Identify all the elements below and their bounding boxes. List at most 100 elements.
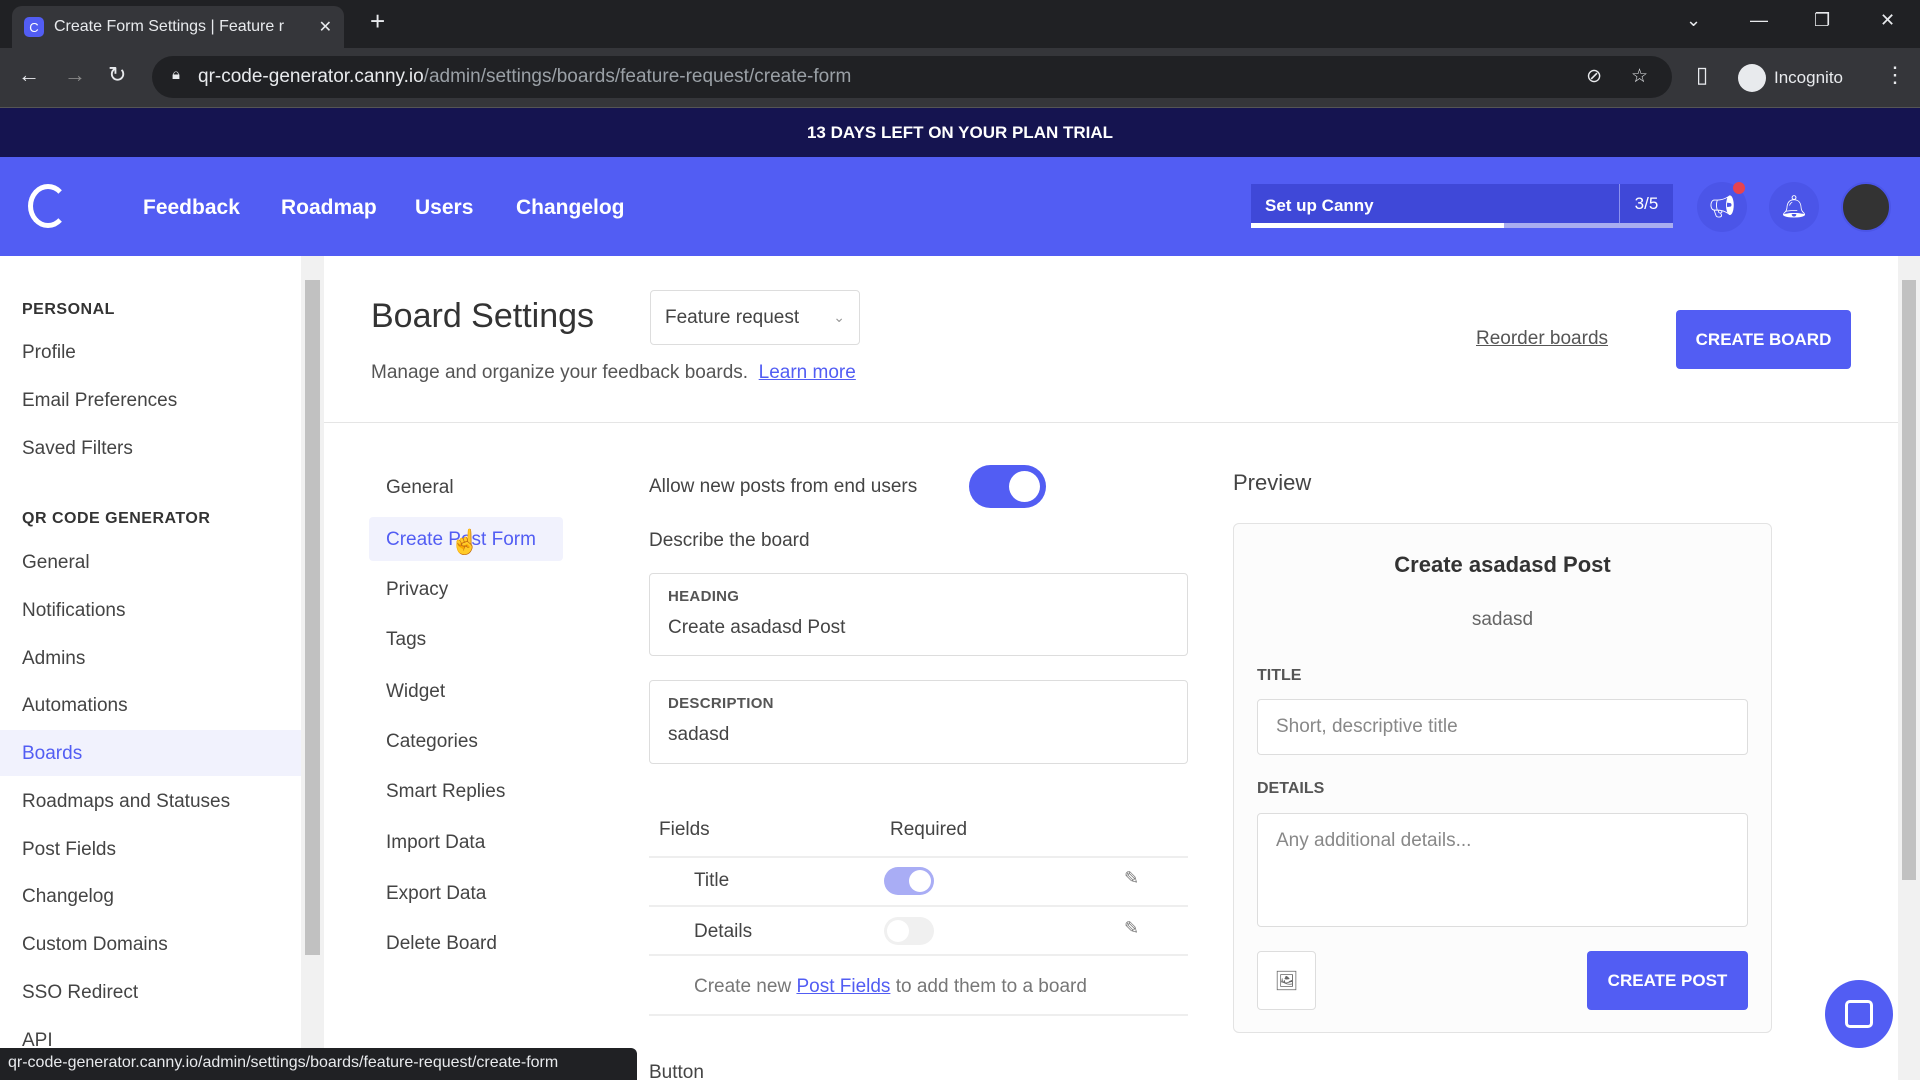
- divider: [649, 954, 1188, 956]
- tab-search-icon[interactable]: ⌄: [1686, 10, 1701, 31]
- toggle-knob: [1009, 471, 1040, 502]
- canny-logo-icon[interactable]: [28, 184, 68, 228]
- chat-glyph: [1845, 1000, 1873, 1028]
- preview-details-input[interactable]: Any additional details...: [1257, 813, 1748, 927]
- sidebar-item-notifications[interactable]: Notifications: [22, 600, 126, 622]
- preview-title-input[interactable]: Short, descriptive title: [1257, 699, 1748, 755]
- divider: [324, 422, 1898, 423]
- button-section-heading: Button: [649, 1062, 704, 1084]
- toggle-knob: [887, 920, 909, 942]
- sidebar-item-boards[interactable]: Boards: [22, 743, 82, 765]
- description-label: DESCRIPTION: [668, 695, 1169, 712]
- close-tab-icon[interactable]: ✕: [319, 17, 332, 37]
- title-required-toggle[interactable]: [884, 867, 934, 895]
- page-scrollbar-thumb[interactable]: [1902, 280, 1916, 880]
- incognito-icon: [1738, 64, 1766, 92]
- sidebar-item-custom-domains[interactable]: Custom Domains: [22, 934, 168, 956]
- required-column-header: Required: [890, 819, 967, 841]
- trial-banner: 13 DAYS LEFT ON YOUR PLAN TRIAL: [0, 108, 1920, 157]
- sidebar-item-changelog[interactable]: Changelog: [22, 886, 114, 908]
- subnav-tags[interactable]: Tags: [386, 629, 426, 651]
- url-input[interactable]: 🔒︎ qr-code-generator.canny.io/admin/sett…: [152, 56, 1672, 98]
- setup-progress-bar: [1251, 223, 1673, 228]
- subnav-delete-board[interactable]: Delete Board: [386, 933, 497, 955]
- incognito-badge[interactable]: Incognito: [1738, 60, 1843, 96]
- sidebar-item-roadmaps-statuses[interactable]: Roadmaps and Statuses: [22, 791, 230, 813]
- allow-posts-toggle[interactable]: [969, 465, 1046, 508]
- sidebar-item-profile[interactable]: Profile: [22, 342, 76, 364]
- sidebar-item-admins[interactable]: Admins: [22, 648, 85, 670]
- subnav-import-data[interactable]: Import Data: [386, 832, 485, 854]
- divider: [649, 856, 1188, 858]
- tracking-off-icon[interactable]: ⊘: [1586, 65, 1602, 88]
- allow-posts-label: Allow new posts from end users: [649, 476, 917, 498]
- details-required-toggle[interactable]: [884, 917, 934, 945]
- sidebar-item-email-preferences[interactable]: Email Preferences: [22, 390, 177, 412]
- nav-roadmap[interactable]: Roadmap: [281, 196, 377, 220]
- sidebar-item-sso-redirect[interactable]: SSO Redirect: [22, 982, 138, 1004]
- nav-changelog[interactable]: Changelog: [516, 196, 625, 220]
- page-title: Board Settings: [371, 297, 594, 336]
- create-new-text: Create new: [694, 976, 791, 997]
- subnav-general[interactable]: General: [386, 477, 454, 499]
- learn-more-link[interactable]: Learn more: [759, 362, 856, 383]
- edit-pencil-icon[interactable]: ✎: [1124, 918, 1139, 939]
- setup-progress-fill: [1251, 223, 1504, 228]
- canny-favicon-icon: C: [24, 17, 44, 37]
- bookmark-star-icon[interactable]: ☆: [1631, 65, 1648, 88]
- browser-tab[interactable]: C Create Form Settings | Feature r ✕: [12, 6, 344, 48]
- subnav-smart-replies[interactable]: Smart Replies: [386, 781, 505, 803]
- side-panel-icon[interactable]: ▯: [1696, 62, 1708, 88]
- menu-kebab-icon[interactable]: ⋮: [1884, 62, 1906, 88]
- board-select-value: Feature request: [665, 307, 799, 329]
- avatar[interactable]: [1841, 182, 1891, 232]
- url-path: /admin/settings/boards/feature-request/c…: [424, 66, 852, 88]
- sidebar-scrollbar-thumb[interactable]: [305, 280, 320, 955]
- subnav-privacy[interactable]: Privacy: [386, 579, 448, 601]
- preview-title: Create asadasd Post: [1233, 552, 1772, 578]
- divider: [649, 1014, 1188, 1016]
- status-bar-url: qr-code-generator.canny.io/admin/setting…: [0, 1048, 637, 1080]
- nav-feedback[interactable]: Feedback: [143, 196, 240, 220]
- reload-icon[interactable]: ↻: [108, 62, 126, 88]
- board-select[interactable]: Feature request ⌄: [650, 290, 860, 345]
- description-input[interactable]: DESCRIPTIONsadasd: [649, 680, 1188, 764]
- notification-dot: [1733, 182, 1745, 194]
- post-fields-link[interactable]: Post Fields: [796, 976, 890, 997]
- heading-label: HEADING: [668, 588, 1169, 605]
- create-board-button[interactable]: CREATE BOARD: [1676, 310, 1851, 369]
- sidebar-item-general[interactable]: General: [22, 552, 90, 574]
- notifications-bell-icon[interactable]: 🔔︎: [1769, 182, 1819, 232]
- restore-icon[interactable]: ❐: [1814, 10, 1830, 31]
- preview-heading: Preview: [1233, 470, 1311, 496]
- forward-icon[interactable]: →: [64, 62, 86, 88]
- chevron-down-icon: ⌄: [833, 309, 845, 326]
- setup-canny-progress[interactable]: Set up Canny 3/5: [1251, 184, 1673, 228]
- subnav-categories[interactable]: Categories: [386, 731, 478, 753]
- preview-details-label: DETAILS: [1257, 780, 1324, 798]
- sidebar-item-post-fields[interactable]: Post Fields: [22, 839, 116, 861]
- chat-widget-icon[interactable]: [1825, 980, 1893, 1048]
- sidebar-heading-company: QR CODE GENERATOR: [22, 510, 210, 528]
- sidebar-heading-personal: PERSONAL: [22, 301, 115, 319]
- new-tab-icon[interactable]: +: [370, 6, 385, 37]
- create-post-button[interactable]: CREATE POST: [1587, 951, 1748, 1010]
- reorder-boards-link[interactable]: Reorder boards: [1476, 328, 1608, 350]
- profile-label: Incognito: [1774, 68, 1843, 88]
- nav-users[interactable]: Users: [415, 196, 473, 220]
- describe-board-label: Describe the board: [649, 530, 810, 552]
- sidebar-item-automations[interactable]: Automations: [22, 695, 128, 717]
- heading-value: Create asadasd Post: [668, 617, 1169, 639]
- heading-input[interactable]: HEADING Create asadasd Post: [649, 573, 1188, 656]
- close-window-icon[interactable]: ✕: [1880, 10, 1895, 31]
- edit-pencil-icon[interactable]: ✎: [1124, 868, 1139, 889]
- minimize-icon[interactable]: —: [1750, 10, 1768, 31]
- back-icon[interactable]: ←: [18, 62, 40, 88]
- field-details-name: Details: [694, 921, 752, 943]
- sidebar-item-saved-filters[interactable]: Saved Filters: [22, 438, 133, 460]
- subnav-export-data[interactable]: Export Data: [386, 883, 486, 905]
- announcements-megaphone-icon[interactable]: 📢︎: [1697, 182, 1747, 232]
- setup-count: 3/5: [1619, 184, 1673, 224]
- image-upload-icon[interactable]: 🖼︎: [1257, 951, 1316, 1010]
- subnav-widget[interactable]: Widget: [386, 681, 445, 703]
